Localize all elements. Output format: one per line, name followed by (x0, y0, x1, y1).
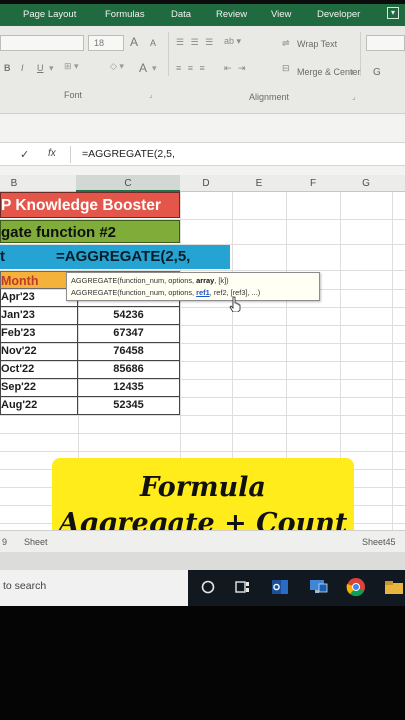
font-color-button[interactable]: A (139, 61, 147, 75)
hand-pointer-icon (229, 296, 241, 312)
month-cell[interactable]: Nov'22 (0, 343, 78, 361)
value-cell[interactable]: 54236 (78, 307, 180, 325)
ribbon-options-icon[interactable]: ▾ (387, 7, 399, 19)
column-header-f[interactable]: F (286, 178, 340, 189)
value-cell[interactable]: 76458 (78, 343, 180, 361)
formula-bar: ✓ fx =AGGREGATE(2,5, (0, 142, 405, 166)
month-cell[interactable]: Sep'22 (0, 379, 78, 397)
alignment-group-label: Alignment (249, 92, 290, 102)
formula-cell-text: =AGGREGATE(2,5, (56, 248, 191, 265)
table-row[interactable]: Oct'22 85686 (0, 361, 180, 379)
tab-review[interactable]: Review (216, 9, 247, 20)
underline-dropdown-icon[interactable]: ▾ (49, 63, 54, 74)
sheet-tab-left[interactable]: Sheet (24, 537, 48, 547)
formula-gap (0, 166, 405, 175)
value-cell[interactable]: 52345 (78, 397, 180, 415)
task-view-icon[interactable] (230, 575, 254, 599)
indent-icons[interactable]: ⇤ ⇥ (224, 63, 248, 74)
sheet-tab-bar: 9 Sheet Sheet45 (0, 530, 405, 552)
formula-input[interactable]: =AGGREGATE(2,5, (82, 148, 175, 160)
title-cell-aggregate-function[interactable]: gate function #2 (0, 220, 180, 243)
align-top-icons[interactable]: ☰ ☰ ☰ (176, 37, 215, 48)
tab-developer[interactable]: Developer (317, 9, 360, 20)
bold-button[interactable]: B (4, 63, 11, 73)
table-row[interactable]: Feb'23 67347 (0, 325, 180, 343)
sheet-tab-sheet45[interactable]: Sheet45 (362, 537, 396, 547)
grow-font-button[interactable]: A (130, 35, 138, 49)
value-cell[interactable]: 85686 (78, 361, 180, 379)
enter-check-icon[interactable]: ✓ (20, 148, 29, 161)
merge-center-icon: ⊟ (282, 63, 290, 73)
orientation-icon[interactable]: ab ▾ (224, 36, 241, 47)
alignment-dialog-launcher-icon[interactable]: ⌟ (352, 92, 356, 101)
fill-color-icon[interactable]: ◇ ▾ (110, 61, 124, 72)
font-size-dropdown[interactable]: 18 (88, 35, 124, 51)
italic-button[interactable]: I (21, 63, 24, 73)
ref1-argument-link[interactable]: ref1 (196, 288, 210, 297)
shrink-font-button[interactable]: A (150, 38, 156, 48)
column-header-g[interactable]: G (340, 178, 392, 189)
table-row[interactable]: Nov'22 76458 (0, 343, 180, 361)
merge-dropdown-icon[interactable]: ▾ (350, 67, 355, 78)
cortana-icon[interactable] (196, 575, 220, 599)
column-header-b[interactable]: B (0, 178, 28, 189)
ribbon-separator (168, 32, 169, 76)
status-bar (0, 552, 405, 570)
formula-cell-left-text: t (0, 248, 5, 265)
table-row[interactable]: Sep'22 12435 (0, 379, 180, 397)
chrome-icon[interactable] (344, 575, 368, 599)
wrap-text-button[interactable]: Wrap Text (297, 39, 337, 49)
function-signature-tooltip: AGGREGATE(function_num, options, array, … (66, 272, 320, 301)
title-cell-knowledge-booster[interactable]: P Knowledge Booster (0, 192, 180, 218)
windows-taskbar: to search (0, 570, 405, 606)
column-header-row: B C D E F G (0, 175, 405, 192)
bottom-bezel (0, 606, 405, 720)
font-group-label: Font (64, 90, 83, 100)
month-cell[interactable]: Oct'22 (0, 361, 78, 379)
column-header-c[interactable]: C (76, 178, 180, 189)
tab-view[interactable]: View (271, 9, 291, 20)
file-explorer-icon[interactable] (382, 575, 405, 599)
table-row[interactable]: Aug'22 52345 (0, 397, 180, 415)
font-dialog-launcher-icon[interactable]: ⌟ (149, 90, 153, 99)
month-cell[interactable]: Feb'23 (0, 325, 78, 343)
active-formula-cell[interactable]: t =AGGREGATE(2,5, (0, 245, 230, 269)
caption-line-formula: Formula (140, 472, 266, 503)
tab-data[interactable]: Data (171, 9, 191, 20)
month-cell[interactable]: Aug'22 (0, 397, 78, 415)
column-header-d[interactable]: D (180, 178, 232, 189)
sheet-tab-partial-number[interactable]: 9 (2, 537, 7, 547)
ribbon: 18 A A ☰ ☰ ☰ ab ▾ ⇌ Wrap Text B I U ▾ ⊞ … (0, 26, 405, 114)
number-format-label: G (373, 67, 381, 78)
formula-bar-divider (70, 146, 71, 163)
ribbon-gap (0, 114, 405, 142)
insert-function-icon[interactable]: fx (48, 148, 56, 159)
font-color-dropdown-icon[interactable]: ▾ (152, 63, 157, 74)
taskbar-search-text: to search (3, 580, 47, 592)
month-cell[interactable]: Jan'23 (0, 307, 78, 325)
tab-page-layout[interactable]: Page Layout (23, 9, 76, 20)
align-left-center-right-icons[interactable]: ≡ ≡ ≡ (176, 63, 207, 73)
borders-icon[interactable]: ⊞ ▾ (64, 61, 79, 72)
table-row[interactable]: Jan'23 54236 (0, 307, 180, 325)
number-format-dropdown[interactable] (366, 35, 405, 51)
underline-button[interactable]: U (37, 63, 44, 73)
wrap-text-icon: ⇌ (282, 38, 290, 48)
outlook-icon[interactable] (268, 575, 292, 599)
font-name-dropdown[interactable] (0, 35, 84, 51)
taskbar-search-box[interactable]: to search (0, 570, 188, 606)
font-size-value: 18 (94, 38, 105, 48)
column-header-e[interactable]: E (232, 178, 286, 189)
value-cell[interactable]: 12435 (78, 379, 180, 397)
value-cell[interactable]: 67347 (78, 325, 180, 343)
ribbon-tab-strip: Page Layout Formulas Data Review View De… (0, 4, 405, 26)
remote-desktop-icon[interactable] (306, 575, 330, 599)
tab-formulas[interactable]: Formulas (105, 9, 145, 20)
tooltip-line-array-form[interactable]: AGGREGATE(function_num, options, array, … (71, 276, 229, 285)
